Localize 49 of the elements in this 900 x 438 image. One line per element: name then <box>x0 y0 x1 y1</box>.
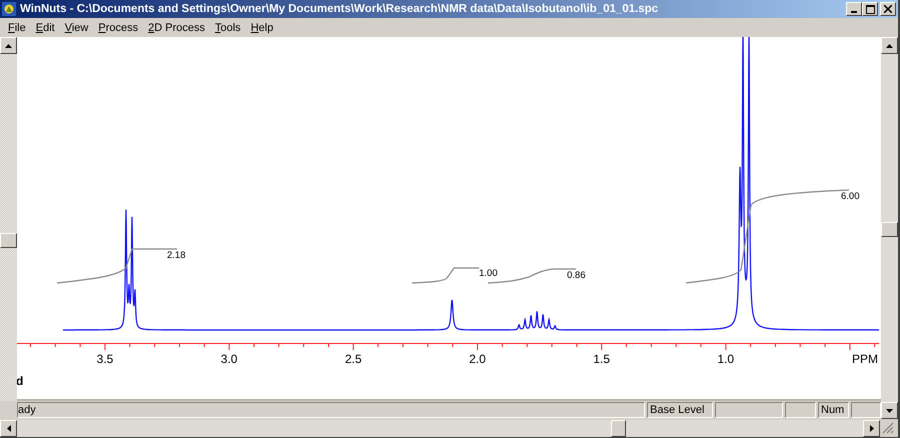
maximize-icon <box>866 4 874 14</box>
vertical-scrollbar[interactable] <box>0 37 17 401</box>
close-icon <box>884 5 892 13</box>
menu-item[interactable]: Tools <box>210 22 246 34</box>
menu-item[interactable]: Edit <box>30 22 60 34</box>
status-panel <box>851 402 881 418</box>
scroll-thumb[interactable] <box>0 233 17 248</box>
up-arrow-icon <box>5 44 12 48</box>
left-arrow-icon <box>6 424 10 432</box>
up-arrow-icon <box>886 44 893 48</box>
menu-item[interactable]: File <box>3 22 31 34</box>
status-panel: Base Level <box>647 402 713 418</box>
axis-label: 2.0 <box>469 352 486 366</box>
scroll-thumb[interactable] <box>881 222 898 237</box>
status-panel: Num <box>818 402 849 418</box>
integral-label: 1.00 <box>479 268 498 279</box>
vertical-scrollbar[interactable] <box>881 37 898 419</box>
axis-label: 2.5 <box>344 352 362 366</box>
down-arrow-icon <box>886 408 893 412</box>
status-message: ady <box>17 402 645 418</box>
integral-curve <box>412 267 479 284</box>
right-arrow-icon <box>870 424 874 432</box>
minimize-button[interactable] <box>846 2 862 16</box>
axis-label: 1.5 <box>593 352 610 366</box>
scroll-down-button[interactable] <box>881 402 898 419</box>
menu-item[interactable]: 2D Process <box>143 22 210 34</box>
horizontal-scrollbar[interactable] <box>0 420 880 436</box>
integral-label: 6.00 <box>841 191 860 202</box>
axis-label: 1.0 <box>717 352 734 366</box>
status-panel <box>715 402 783 418</box>
menu-item[interactable]: Help <box>246 22 278 34</box>
status-panel <box>785 402 816 418</box>
scroll-right-button[interactable] <box>863 420 880 436</box>
menu-item[interactable]: View <box>60 22 94 34</box>
axis-label: 3.5 <box>96 352 114 366</box>
scroll-up-button[interactable] <box>0 37 17 54</box>
menu-item[interactable]: Process <box>93 22 144 34</box>
close-button[interactable] <box>880 2 896 16</box>
scroll-left-button[interactable] <box>0 420 17 436</box>
axis-label: 3.0 <box>220 352 238 366</box>
size-grip-icon <box>882 422 894 434</box>
window-title: WinNuts - C:\Documents and Settings\Owner\My Documents\Work\Research\NMR data\Data\Isobutanol\ib_01_01.spc <box>20 3 660 15</box>
integral-label: 0.86 <box>567 270 586 281</box>
maximize-button[interactable] <box>862 2 878 16</box>
app-icon <box>2 2 16 16</box>
axis-unit: PPM <box>852 352 878 366</box>
scroll-up-button[interactable] <box>881 37 898 54</box>
integral-label: 2.18 <box>167 250 186 261</box>
scroll-thumb[interactable] <box>611 420 626 436</box>
